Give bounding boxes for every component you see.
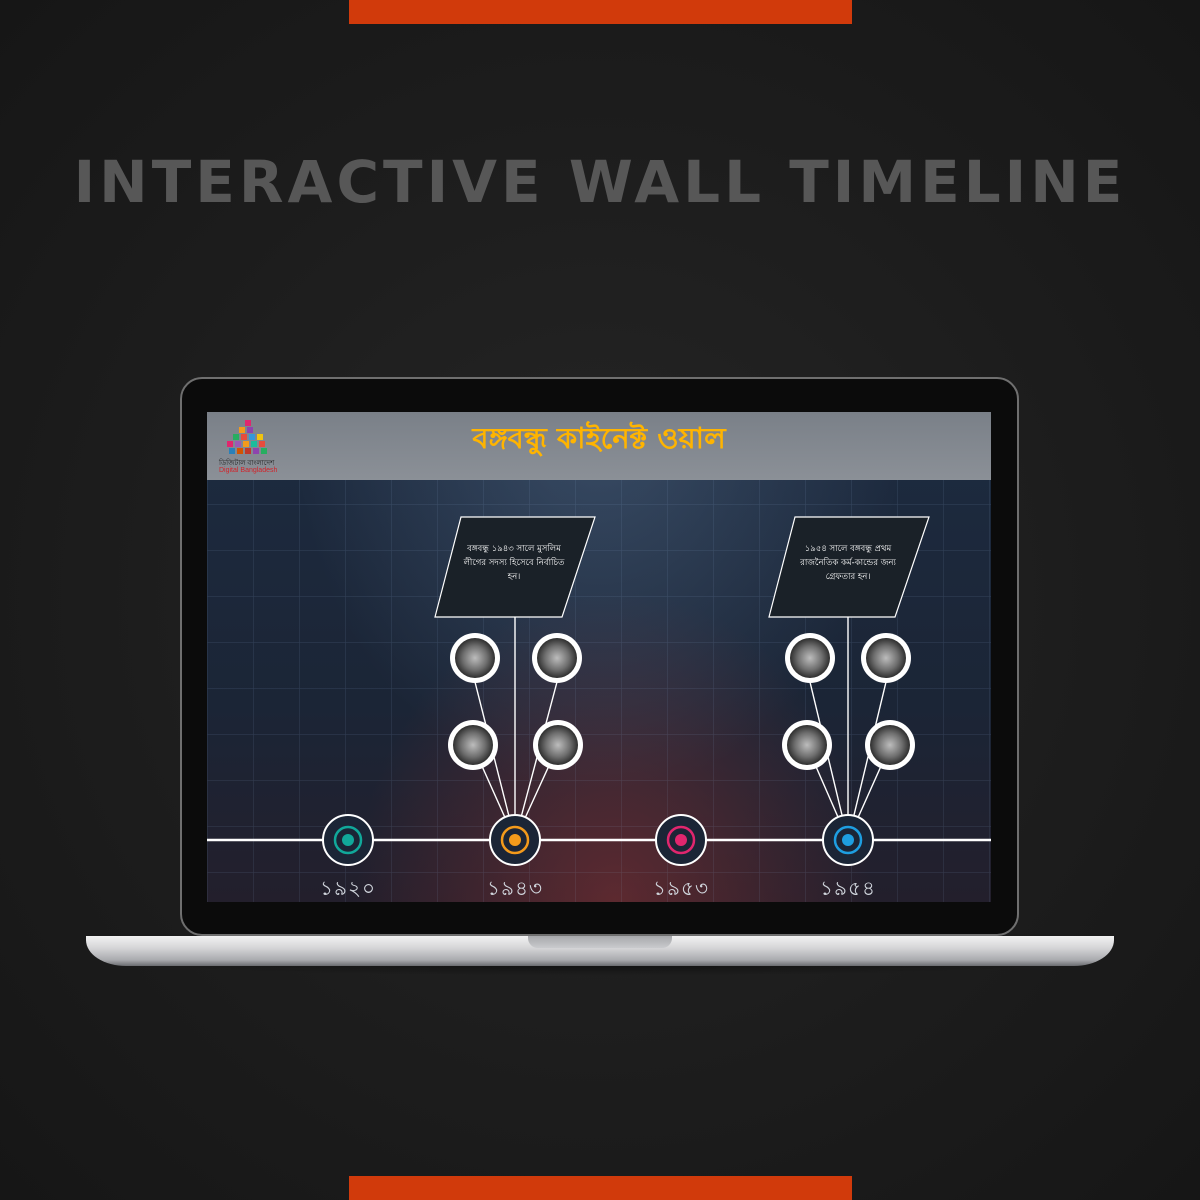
photo-thumbnail[interactable] bbox=[785, 633, 835, 683]
photo-thumbnail[interactable] bbox=[865, 720, 915, 770]
year-label-1943[interactable]: ১৯৪৩ bbox=[475, 874, 555, 902]
photo-thumbnail[interactable] bbox=[533, 720, 583, 770]
info-text-1954: ১৯৫৪ সালে বঙ্গবন্ধু প্রথম রাজনৈতিক কর্ম-… bbox=[788, 542, 908, 584]
accent-bar-top bbox=[349, 0, 852, 24]
photo-thumbnail[interactable] bbox=[532, 633, 582, 683]
year-node-1920[interactable] bbox=[322, 814, 374, 866]
info-line: লীগের সদস্য হিসেবে নির্বাচিত bbox=[463, 558, 565, 568]
year-node-1954[interactable] bbox=[822, 814, 874, 866]
info-line: হন। bbox=[507, 572, 521, 582]
year-label-1953[interactable]: ১৯৫৩ bbox=[641, 874, 721, 902]
info-text-1943: বঙ্গবন্ধু ১৯৪৩ সালে মুসলিম লীগের সদস্য হ… bbox=[454, 542, 574, 584]
page-headline: INTERACTIVE WALL TIMELINE bbox=[73, 148, 1127, 216]
year-node-1953[interactable] bbox=[655, 814, 707, 866]
photo-thumbnail[interactable] bbox=[861, 633, 911, 683]
photo-thumbnail[interactable] bbox=[450, 633, 500, 683]
info-line: গ্রেফতার হন। bbox=[825, 572, 871, 582]
year-label-1920[interactable]: ১৯২০ bbox=[308, 874, 388, 902]
laptop-notch bbox=[528, 936, 672, 948]
laptop-screen: ডিজিটাল বাংলাদেশ Digital Bangladesh বঙ্গ… bbox=[207, 412, 991, 902]
accent-bar-bottom bbox=[349, 1176, 852, 1200]
photo-thumbnail[interactable] bbox=[448, 720, 498, 770]
info-line: রাজনৈতিক কর্ম-কান্ডের জন্য bbox=[800, 558, 896, 568]
year-node-1943[interactable] bbox=[489, 814, 541, 866]
timeline-graphic bbox=[207, 516, 991, 866]
info-line: ১৯৫৪ সালে বঙ্গবন্ধু প্রথম bbox=[804, 544, 892, 554]
info-line: বঙ্গবন্ধু ১৯৪৩ সালে মুসলিম bbox=[467, 544, 561, 554]
photo-thumbnail[interactable] bbox=[782, 720, 832, 770]
year-label-1954[interactable]: ১৯৫৪ bbox=[808, 874, 888, 902]
